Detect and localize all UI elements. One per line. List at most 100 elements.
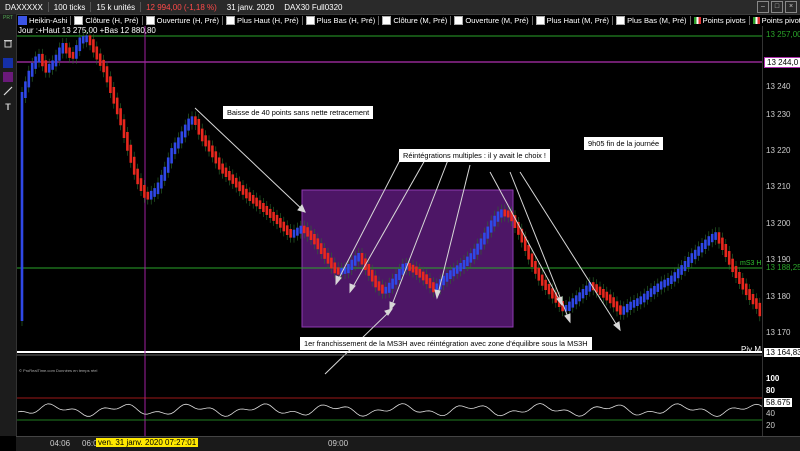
candle [748, 289, 751, 300]
candle [605, 291, 609, 301]
candle [540, 274, 544, 286]
candle [680, 265, 683, 275]
candle [126, 132, 129, 151]
candle [506, 210, 510, 218]
annotation-baisse[interactable]: Baisse de 40 points sans nette retraceme… [223, 106, 374, 119]
osc-value-tag: 58.675 [764, 398, 793, 407]
candle [231, 174, 235, 184]
candle [88, 35, 92, 46]
candle [221, 163, 224, 174]
candle [262, 203, 265, 212]
candle [568, 301, 571, 311]
candle [449, 270, 452, 279]
candle [418, 268, 422, 278]
candle [170, 148, 173, 164]
candle [326, 252, 330, 264]
candle [350, 259, 354, 270]
candle [81, 36, 85, 44]
annotation-fin[interactable]: 9h05 fin de la journée [584, 137, 664, 150]
cursor-date-label: ven. 31 janv. 2020 07:27:01 [96, 438, 199, 447]
candle [530, 253, 534, 267]
candle [527, 245, 530, 260]
candle [466, 256, 469, 266]
candle [285, 225, 289, 235]
candle [109, 76, 112, 93]
y-tick-label: 13 220 [766, 146, 791, 155]
candle [710, 233, 714, 243]
candle [353, 255, 357, 266]
candle [143, 185, 146, 198]
candle [258, 200, 262, 209]
candle [367, 264, 371, 276]
candle [268, 208, 272, 218]
candle [119, 108, 122, 126]
y-tick-label: 13 240 [766, 82, 791, 91]
candle [163, 166, 167, 181]
equilibrium-zone[interactable] [301, 189, 514, 328]
candle [102, 59, 105, 73]
credit-text: © ProRealTime.com Données en temps réel [19, 368, 98, 373]
candle [58, 47, 61, 61]
candle [544, 279, 547, 290]
pivot-tag: 13 164,83 [764, 348, 800, 357]
candle [585, 285, 588, 295]
candle [37, 53, 41, 63]
candle [95, 46, 99, 60]
high-tag: 13 257,00 [766, 30, 800, 39]
candle [755, 298, 758, 309]
candle [105, 66, 109, 83]
candle [64, 43, 68, 54]
candle [751, 294, 755, 305]
candle [234, 177, 238, 188]
candle [207, 140, 211, 152]
candle [370, 269, 374, 282]
candle [649, 288, 653, 297]
candle [717, 232, 721, 244]
candle [71, 51, 75, 59]
candle [537, 267, 541, 281]
candle [149, 190, 153, 200]
candle [462, 260, 466, 269]
candle [387, 282, 391, 293]
candle [452, 267, 456, 277]
candle [469, 253, 473, 263]
candle [619, 305, 622, 315]
annotation-franchissement[interactable]: 1er franchissement de la MS3H avec réint… [300, 337, 592, 350]
x-tick-label: 09:00 [328, 439, 349, 448]
candle [741, 277, 745, 290]
candle [51, 60, 54, 70]
annotation-reintegrations[interactable]: Réintégrations multiples : il y avait le… [399, 149, 550, 162]
candle [758, 302, 762, 317]
candle [282, 221, 286, 232]
y-tick-label: 13 170 [766, 328, 791, 337]
candle [166, 157, 170, 173]
candle [670, 275, 673, 284]
price-chart[interactable] [0, 0, 800, 450]
candle [279, 218, 282, 228]
price-axis[interactable]: 13 257,00 13 244,0 13 240 13 230 13 220 … [762, 26, 800, 436]
candle [30, 62, 34, 77]
candle [656, 283, 660, 292]
candle [336, 267, 340, 275]
candle [744, 283, 748, 296]
candle [20, 92, 24, 321]
candle [476, 243, 479, 255]
time-axis[interactable]: 04:06 06:0 ven. 31 janv. 2020 07:27:01 0… [16, 436, 800, 451]
oscillator-line [17, 403, 763, 417]
y-tick-label: 13 230 [766, 110, 791, 119]
candle [44, 60, 48, 73]
candle [547, 284, 551, 295]
candle [377, 281, 381, 291]
candle [653, 285, 656, 295]
candle [415, 266, 418, 275]
candle [731, 258, 734, 273]
candle [194, 116, 197, 125]
candle [673, 272, 677, 282]
candle [721, 237, 724, 250]
candle [598, 286, 602, 295]
candle [347, 264, 350, 274]
candle [146, 191, 150, 200]
candle [472, 248, 476, 260]
candle [217, 157, 221, 170]
candle [632, 300, 636, 308]
